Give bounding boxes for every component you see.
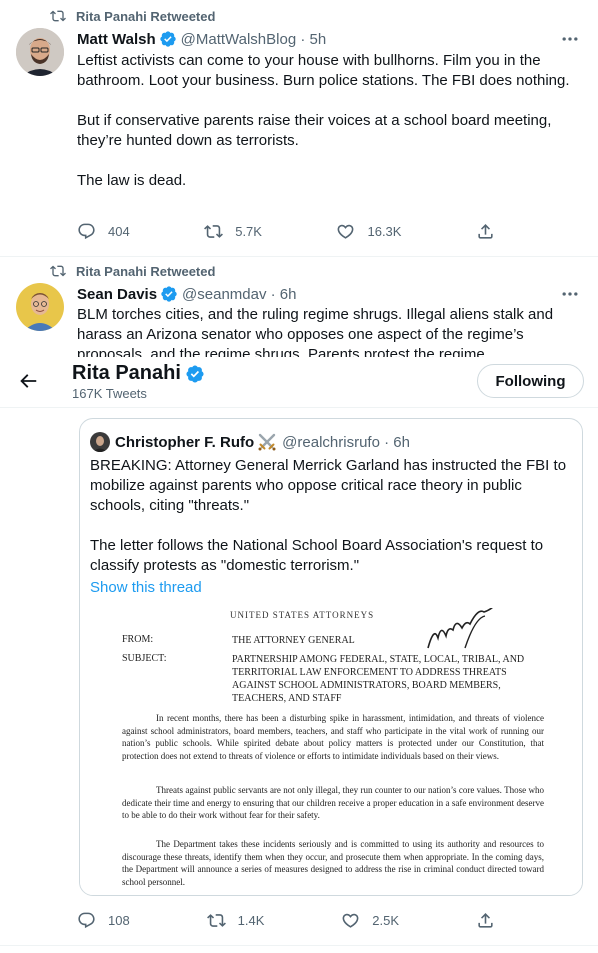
like-button[interactable]: 16.3K (336, 222, 401, 241)
avatar[interactable] (16, 283, 64, 331)
like-button[interactable]: 2.5K (341, 911, 399, 930)
retweet-icon (207, 911, 226, 930)
author-name[interactable]: Christopher F. Rufo (115, 434, 254, 451)
quoted-tweet-card[interactable]: Christopher F. Rufo @realchrisrufo · 6h … (79, 418, 583, 896)
retweet-count: 1.4K (237, 913, 265, 928)
more-icon[interactable] (560, 29, 580, 49)
share-button[interactable] (476, 911, 507, 930)
share-icon (476, 911, 495, 930)
quoted-tweet-text: BREAKING: Attorney General Merrick Garla… (90, 456, 575, 576)
document-from-value: THE ATTORNEY GENERAL (232, 635, 355, 646)
document-header: UNITED STATES ATTORNEYS (230, 610, 375, 620)
author-name[interactable]: Matt Walsh (77, 31, 156, 48)
author-name[interactable]: Sean Davis (77, 286, 157, 303)
retweet-icon (50, 263, 66, 279)
tweet-paragraph: But if conservative parents raise their … (77, 112, 552, 149)
retweet-button[interactable]: 1.4K (207, 911, 265, 930)
verified-badge-icon (159, 30, 177, 48)
share-icon (476, 222, 495, 241)
tweet-paragraph: The law is dead. (77, 172, 187, 189)
avatar[interactable] (90, 432, 110, 452)
profile-name: Rita Panahi (72, 362, 181, 384)
more-icon[interactable] (560, 284, 580, 304)
like-count: 16.3K (367, 224, 402, 239)
reply-count: 108 (108, 913, 130, 928)
attached-document-image[interactable]: UNITED STATES ATTORNEYS FROM: THE ATTORN… (80, 608, 582, 895)
crossed-swords-icon (258, 433, 276, 451)
tweet-text: BLM torches cities, and the ruling regim… (77, 306, 554, 357)
reply-count: 404 (108, 224, 130, 239)
verified-badge-icon (160, 285, 178, 303)
author-meta[interactable]: @realchrisrufo · 6h (282, 434, 410, 451)
reply-button[interactable]: 404 (77, 222, 130, 241)
tweet-matt-walsh[interactable]: Rita Panahi Retweeted Matt Walsh @MattWa… (0, 0, 598, 257)
retweet-indicator: Rita Panahi Retweeted (50, 263, 215, 279)
retweet-button[interactable]: 5.7K (204, 222, 262, 241)
like-icon (341, 911, 360, 930)
profile-header: Rita Panahi 167K Tweets Following (0, 357, 598, 408)
retweet-indicator: Rita Panahi Retweeted (50, 8, 215, 24)
reply-icon (77, 222, 96, 241)
retweet-label: Rita Panahi Retweeted (76, 263, 216, 279)
retweet-icon (50, 8, 66, 24)
avatar[interactable] (16, 28, 64, 76)
show-thread-link[interactable]: Show this thread (90, 579, 202, 596)
tweet-sean-davis[interactable]: Rita Panahi Retweeted Sean Davis @seanmd… (0, 257, 598, 357)
tweet-paragraph: Leftist activists can come to your house… (77, 52, 570, 89)
share-button[interactable] (476, 222, 507, 241)
author-meta[interactable]: @seanmdav · 6h (182, 286, 296, 303)
document-paragraph: In recent months, there has been a distu… (122, 713, 544, 761)
retweet-count: 5.7K (235, 224, 262, 239)
document-subject-label: SUBJECT: (122, 653, 167, 664)
document-paragraph: Threats against public servants are not … (122, 785, 544, 820)
back-arrow-icon[interactable] (17, 370, 39, 392)
signature-image (427, 608, 493, 649)
tweet-paragraph: The letter follows the National School B… (90, 537, 544, 574)
tweet-paragraph: BREAKING: Attorney General Merrick Garla… (90, 457, 567, 514)
tweet-text: Leftist activists can come to your house… (77, 51, 582, 191)
tweet-count: 167K Tweets (72, 386, 147, 401)
following-button[interactable]: Following (477, 364, 584, 398)
like-count: 2.5K (372, 913, 400, 928)
document-paragraph: The Department takes these incidents ser… (122, 839, 544, 887)
reply-icon (77, 911, 96, 930)
document-from-label: FROM: (122, 634, 154, 645)
author-meta[interactable]: @MattWalshBlog · 5h (181, 31, 327, 48)
verified-badge-icon (185, 364, 205, 384)
like-icon (336, 222, 355, 241)
divider (0, 945, 598, 946)
retweet-label: Rita Panahi Retweeted (76, 8, 216, 24)
document-subject-value: PARTNERSHIP AMONG FEDERAL, STATE, LOCAL,… (232, 654, 525, 704)
retweet-icon (204, 222, 223, 241)
reply-button[interactable]: 108 (77, 911, 130, 930)
